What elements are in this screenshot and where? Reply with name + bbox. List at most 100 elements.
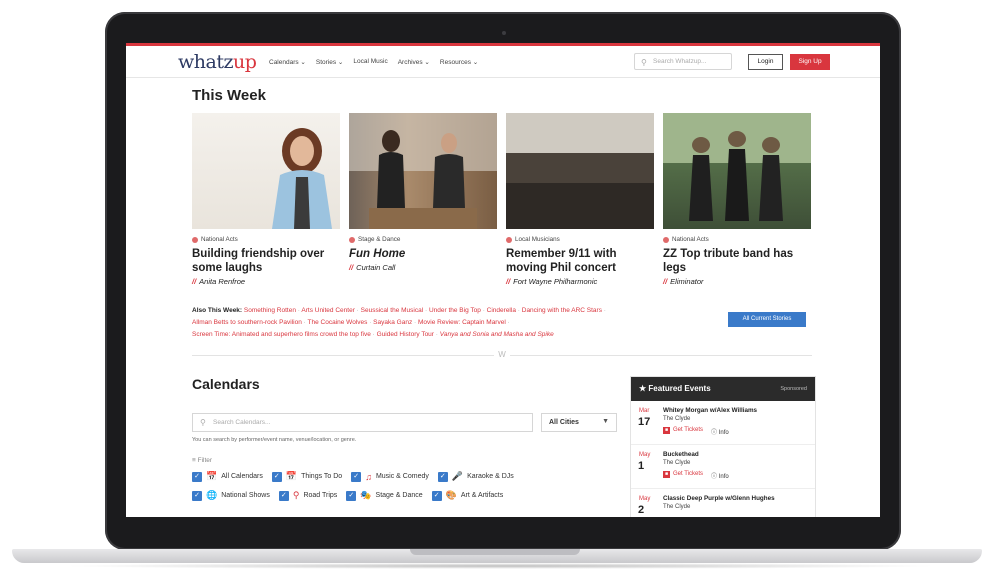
nav-archives[interactable]: Archives ⌄ [398, 58, 430, 66]
filter-karaoke-djs[interactable]: ✓ 🎤 Karaoke & DJs [437, 471, 514, 482]
also-link[interactable]: Allman Betts to southern-rock Pavilion [192, 319, 302, 326]
comedian-photo [272, 128, 332, 229]
checkbox-checked-icon[interactable]: ✓ [351, 471, 362, 482]
event-name[interactable]: Whitey Morgan w/Alex Williams [663, 407, 757, 414]
story-subtitle-text: Eliminator [670, 277, 704, 286]
filter-stage-dance[interactable]: ✓ 🎭 Stage & Dance [346, 490, 423, 501]
checkbox-checked-icon[interactable]: ✓ [437, 471, 448, 482]
main-nav: Calendars ⌄ Stories ⌄ Local Music Archiv… [269, 58, 478, 66]
category-dot-icon [349, 236, 355, 243]
logo-main: whatz [178, 51, 233, 73]
slash-icon: // [349, 263, 354, 272]
event-name[interactable]: Classic Deep Purple w/Glenn Hughes [663, 495, 775, 502]
story-card[interactable]: Stage & Dance Fun Home //Curtain Call [349, 113, 497, 272]
category-label: Stage & Dance [358, 236, 401, 243]
category-dot-icon [192, 236, 198, 243]
all-current-stories-button[interactable]: All Current Stories [728, 312, 806, 327]
also-link[interactable]: Guided History Tour [377, 331, 434, 338]
story-title[interactable]: Remember 9/11 with moving Phil concert [506, 247, 654, 275]
also-link[interactable]: Something Rotten [244, 307, 296, 314]
microphone-icon: 🎤 [451, 471, 464, 481]
info-link[interactable]: ⓘ Info [711, 427, 729, 436]
filter-art-artifacts[interactable]: ✓ 🎨 Art & Artifacts [431, 490, 503, 501]
story-card[interactable]: National Acts ZZ Top tribute band has le… [663, 113, 811, 286]
logo-accent: up [232, 51, 257, 73]
calendar-search-input[interactable]: ⚲ Search Calendars... [192, 413, 533, 432]
also-this-week: Also This Week: Something Rotten · Arts … [192, 305, 712, 341]
story-card[interactable]: National Acts Building friendship over s… [192, 113, 340, 286]
slash-icon: // [192, 277, 197, 286]
stage: whatzup Calendars ⌄ Stories ⌄ Local Musi… [0, 0, 983, 571]
featured-event[interactable]: May 2 Classic Deep Purple w/Glenn Hughes… [631, 489, 815, 517]
category-label: National Acts [672, 236, 709, 243]
also-link[interactable]: Under the Big Top [429, 307, 481, 314]
filter-toggle[interactable]: ≡ Filter [192, 457, 212, 464]
checkbox-checked-icon[interactable]: ✓ [346, 490, 357, 501]
story-image[interactable] [192, 113, 340, 229]
main-content: This Week National Acts Building friends… [192, 87, 816, 517]
story-image[interactable] [349, 113, 497, 229]
also-line: Screen Time: Animated and superhero film… [192, 331, 554, 338]
also-link[interactable]: Arts United Center [301, 307, 354, 314]
also-link[interactable]: Screen Time: Animated and superhero film… [192, 331, 371, 338]
checkbox-checked-icon[interactable]: ✓ [278, 490, 289, 501]
calendars-heading: Calendars [192, 376, 260, 392]
story-title[interactable]: ZZ Top tribute band has legs [663, 247, 811, 275]
site-search-placeholder: Search Whatzup... [653, 58, 707, 65]
story-title[interactable]: Building friendship over some laughs [192, 247, 340, 275]
category-label: National Acts [201, 236, 238, 243]
also-link[interactable]: The Cocaine Wolves [308, 319, 368, 326]
info-label: Info [718, 474, 729, 480]
event-day: 1 [638, 460, 645, 472]
get-tickets-link[interactable]: ■ Get Tickets [663, 471, 703, 478]
featured-heading: Featured Events [648, 384, 711, 393]
site-header: whatzup Calendars ⌄ Stories ⌄ Local Musi… [126, 46, 880, 78]
slash-icon: // [663, 277, 668, 286]
story-title[interactable]: Fun Home [349, 247, 497, 261]
event-name[interactable]: Buckethead [663, 451, 699, 458]
checkbox-checked-icon[interactable]: ✓ [192, 490, 202, 501]
checkbox-checked-icon[interactable]: ✓ [271, 471, 282, 482]
site-search-input[interactable]: ⚲ Search Whatzup... [634, 53, 732, 70]
filter-music-comedy[interactable]: ✓ ♫ Music & Comedy [351, 471, 429, 482]
checkbox-checked-icon[interactable]: ✓ [431, 490, 442, 501]
nav-resources[interactable]: Resources ⌄ [440, 58, 478, 66]
filter-label: Things To Do [301, 473, 343, 480]
chevron-down-icon: ▼ [602, 418, 609, 425]
nav-stories[interactable]: Stories ⌄ [316, 58, 343, 66]
info-link[interactable]: ⓘ Info [711, 471, 729, 480]
signup-button[interactable]: Sign Up [790, 54, 830, 70]
featured-events-panel: ★ Featured Events Sponsored Mar 17 White… [630, 376, 816, 517]
story-image[interactable] [663, 113, 811, 229]
screen: whatzup Calendars ⌄ Stories ⌄ Local Musi… [126, 43, 880, 517]
checkbox-checked-icon[interactable]: ✓ [192, 471, 202, 482]
filter-road-trips[interactable]: ✓ ⚲ Road Trips [278, 490, 337, 501]
event-venue: The Clyde [663, 416, 691, 422]
get-tickets-link[interactable]: ■ Get Tickets [663, 427, 703, 434]
music-note-icon: ♫ [365, 471, 372, 482]
cities-select[interactable]: All Cities ▼ [541, 413, 617, 432]
also-link[interactable]: Sayaka Ganz [373, 319, 412, 326]
also-link[interactable]: Seussical the Musical [361, 307, 424, 314]
also-link[interactable]: Movie Review: Captain Marvel [418, 319, 506, 326]
featured-event[interactable]: Mar 17 Whitey Morgan w/Alex Williams The… [631, 401, 815, 445]
story-card[interactable]: Local Musicians Remember 9/11 with movin… [506, 113, 654, 286]
filter-all-calendars[interactable]: ✓ 📅 All Calendars [192, 471, 263, 482]
filter-national-shows[interactable]: ✓ 🌐 National Shows [192, 490, 270, 501]
also-link[interactable]: Cinderella [487, 307, 516, 314]
story-subtitle: //Eliminator [663, 277, 811, 286]
nav-local-music[interactable]: Local Music [353, 58, 387, 66]
calendar-filters-row: ✓ 🌐 National Shows ✓ ⚲ Road Trips ✓ 🎭 Stage & … [192, 490, 503, 501]
filter-things-to-do[interactable]: ✓ 📅 Things To Do [271, 471, 343, 482]
login-button[interactable]: Login [748, 54, 783, 70]
slash-icon: // [506, 277, 511, 286]
story-image[interactable] [506, 113, 654, 229]
featured-event[interactable]: May 1 Buckethead The Clyde ■ Get Tickets … [631, 445, 815, 489]
also-link[interactable]: Vanya and Sonia and Masha and Spike [440, 331, 554, 338]
also-link[interactable]: Dancing with the ARC Stars [522, 307, 602, 314]
filter-label: Filter [197, 457, 213, 464]
nav-calendars[interactable]: Calendars ⌄ [269, 58, 306, 66]
story-subtitle-text: Anita Renfroe [199, 277, 246, 286]
category-label: Local Musicians [515, 236, 560, 243]
site-logo[interactable]: whatzup [178, 51, 257, 73]
